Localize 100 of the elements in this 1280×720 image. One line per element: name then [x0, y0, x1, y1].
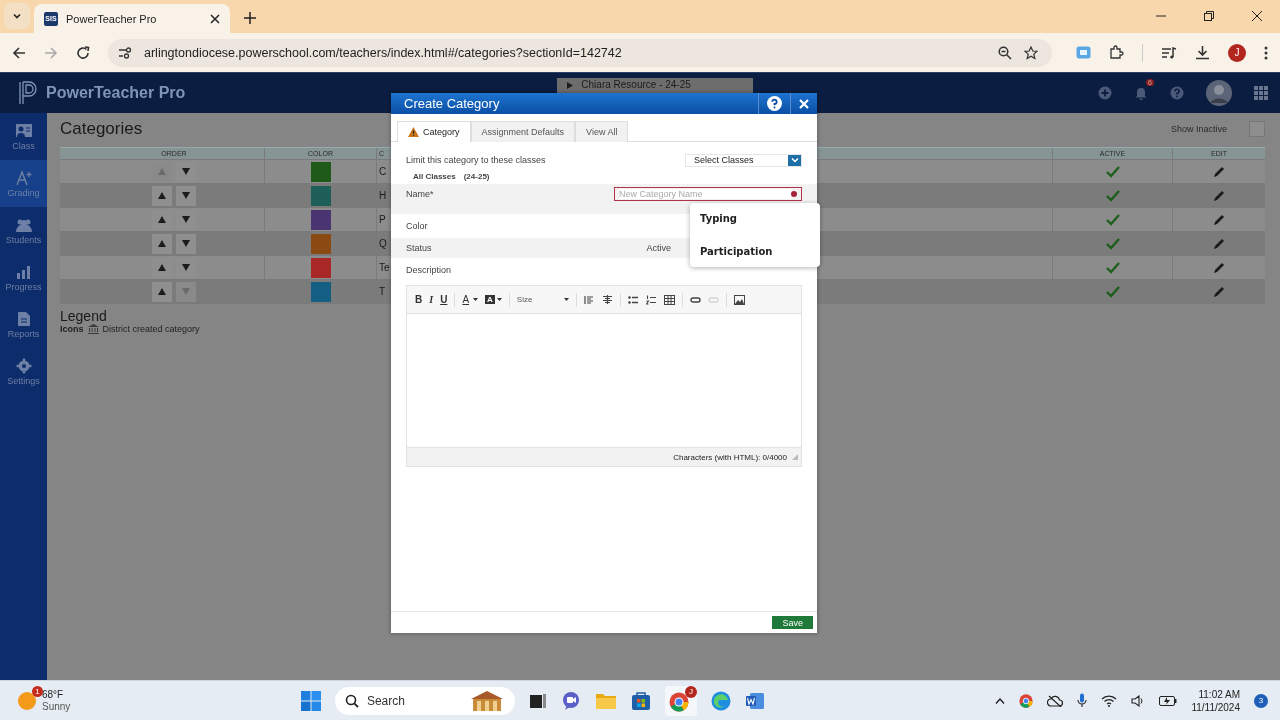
status-label: Status: [406, 243, 432, 253]
add-icon[interactable]: [1098, 86, 1112, 100]
move-down-button[interactable]: [176, 233, 196, 254]
close-window-icon[interactable]: [1252, 11, 1262, 21]
name-label: Name*: [406, 189, 434, 199]
chevron-up-icon[interactable]: [995, 697, 1006, 704]
down-arrow-icon: [182, 240, 190, 247]
down-arrow-icon: [182, 264, 190, 271]
bell-icon[interactable]: [1134, 86, 1148, 100]
chrome-icon: [668, 691, 689, 712]
new-tab-icon[interactable]: [244, 12, 256, 24]
weather-badge: 1: [32, 685, 43, 697]
profile-avatar[interactable]: J: [1228, 43, 1246, 62]
up-arrow-icon: [158, 264, 166, 271]
bar-chart-icon: [14, 263, 33, 280]
save-button[interactable]: Save: [772, 616, 813, 629]
apps-grid-icon[interactable]: [1254, 86, 1268, 100]
edit-pencil-icon[interactable]: [1213, 165, 1225, 178]
numbered-list-icon[interactable]: [645, 294, 657, 305]
character-count: Characters (with HTML): 0/4000: [673, 452, 787, 462]
cloud-icon[interactable]: [1047, 694, 1064, 707]
legend-label: Icons: [60, 324, 84, 334]
play-icon: [567, 82, 574, 89]
image-icon[interactable]: [733, 294, 745, 305]
chat-icon[interactable]: [560, 690, 581, 711]
more-icon[interactable]: [1264, 45, 1268, 60]
classes-name: All Classes: [413, 171, 456, 181]
table-icon[interactable]: [663, 294, 675, 305]
warning-icon: [408, 127, 419, 137]
profile-badge: J: [684, 685, 697, 698]
select-classes-dropdown[interactable]: Select Classes: [685, 153, 802, 167]
dialog-tab[interactable]: View All: [575, 121, 629, 142]
dropdown-caret-icon[interactable]: [788, 154, 801, 166]
description-label: Description: [406, 265, 452, 275]
page-title: Categories: [60, 119, 143, 139]
clock-date: 11/11/2024: [1191, 700, 1240, 714]
edit-pencil-icon[interactable]: [1213, 261, 1225, 274]
name-field[interactable]: New Category Name: [614, 187, 802, 201]
site-settings-icon[interactable]: [118, 46, 132, 59]
app-title: PowerTeacher Pro: [46, 84, 186, 102]
puzzle-icon[interactable]: [1109, 45, 1124, 60]
user-avatar[interactable]: [1206, 80, 1232, 106]
wifi-icon[interactable]: [1101, 694, 1118, 707]
show-inactive-label: Show Inactive: [1170, 124, 1227, 134]
edit-pencil-icon[interactable]: [1213, 213, 1225, 226]
suggestion-item[interactable]: Typing: [690, 209, 820, 228]
resize-grip-icon[interactable]: [792, 454, 798, 460]
dialog-tab[interactable]: Category: [397, 121, 471, 142]
edit-pencil-icon[interactable]: [1213, 285, 1225, 298]
up-arrow-icon: [158, 288, 166, 295]
caret-down-icon: [563, 298, 569, 301]
store-icon[interactable]: [630, 690, 651, 711]
edit-pencil-icon[interactable]: [1213, 189, 1225, 202]
chrome-tray-icon[interactable]: [1019, 693, 1034, 708]
chrome-taskbar-button[interactable]: J: [664, 685, 697, 716]
weather-icon[interactable]: [18, 691, 36, 710]
close-icon[interactable]: [799, 98, 809, 109]
down-arrow-icon: [182, 168, 190, 175]
bullet-list-icon[interactable]: [627, 294, 639, 305]
down-arrow-icon: [182, 216, 190, 223]
dialog-tab[interactable]: Assignment Defaults: [470, 121, 576, 142]
search-icon: [344, 693, 359, 708]
help-icon[interactable]: [767, 96, 782, 111]
logo-icon: [18, 81, 38, 105]
windows-start-icon[interactable]: [300, 690, 321, 711]
close-tab-icon[interactable]: [210, 13, 220, 24]
notification-count-badge[interactable]: 3: [1254, 693, 1268, 708]
taskbar-search[interactable]: Search: [334, 686, 515, 715]
move-up-button[interactable]: [152, 185, 172, 206]
word-icon[interactable]: [744, 690, 765, 711]
task-view-icon[interactable]: [528, 691, 547, 710]
align-center-icon[interactable]: [601, 294, 613, 305]
legend-title: Legend: [60, 308, 108, 324]
move-up-button[interactable]: [152, 233, 172, 254]
bookmark-star-icon[interactable]: [1024, 45, 1038, 60]
restore-icon[interactable]: [1204, 11, 1214, 21]
back-icon[interactable]: [12, 45, 26, 60]
media-icon[interactable]: [1161, 45, 1177, 60]
edit-pencil-icon[interactable]: [1213, 237, 1225, 250]
legend-text: District created category: [102, 324, 200, 334]
microphone-icon[interactable]: [1077, 693, 1088, 708]
move-down-button[interactable]: [176, 185, 196, 206]
reload-icon[interactable]: [76, 45, 90, 60]
download-icon[interactable]: [1195, 45, 1210, 60]
zoom-icon[interactable]: [998, 45, 1012, 60]
address-bar[interactable]: arlingtondiocese.powerschool.com/teachers/index.html#/categories?sectionId=142742: [108, 38, 1052, 67]
classes-year: (24-25): [463, 171, 490, 181]
move-up-button[interactable]: [152, 281, 172, 302]
gear-icon: [14, 357, 33, 374]
up-arrow-icon: [158, 168, 166, 175]
edge-icon[interactable]: [710, 690, 731, 711]
link-icon[interactable]: [689, 294, 701, 305]
background-color-button[interactable]: A: [485, 292, 502, 307]
temperature: 68°F: [42, 688, 65, 701]
up-arrow-icon: [158, 192, 166, 199]
speaker-icon[interactable]: [1131, 694, 1146, 707]
battery-icon[interactable]: [1159, 694, 1178, 707]
up-arrow-icon: [158, 240, 166, 247]
dialog-title: Create Category: [404, 96, 500, 111]
align-left-icon[interactable]: [583, 294, 595, 305]
